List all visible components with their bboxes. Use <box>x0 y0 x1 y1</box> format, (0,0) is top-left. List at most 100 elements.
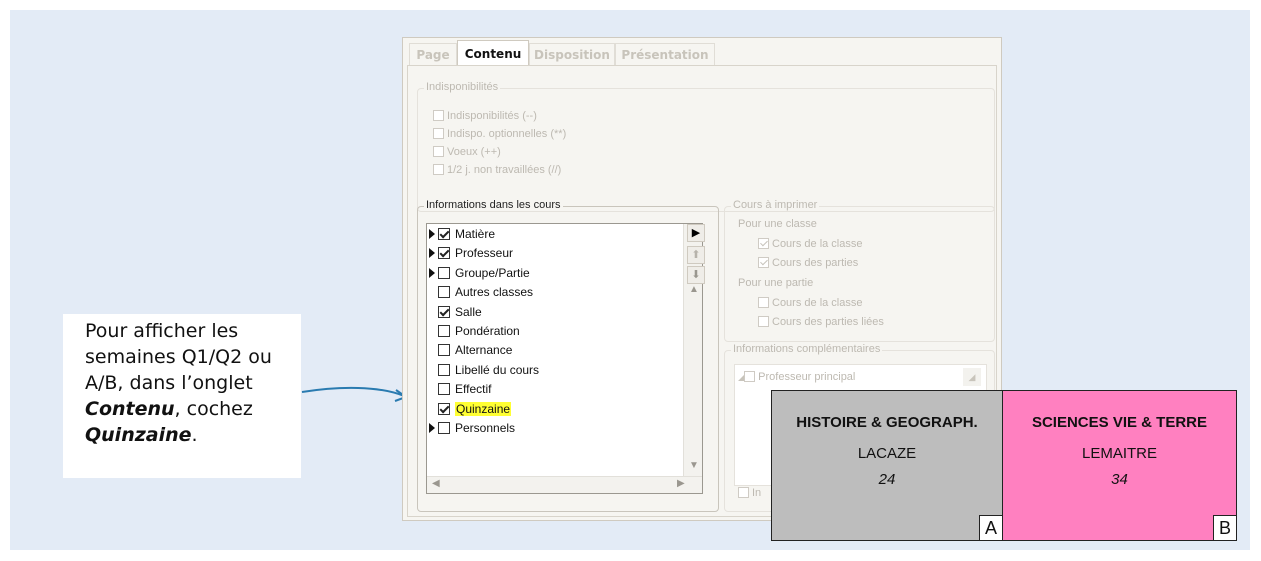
option-professeur-principal[interactable]: ◢ Professeur principal <box>738 370 855 384</box>
list-item-label: Groupe/Partie <box>455 265 530 280</box>
checkbox-icon[interactable] <box>438 422 450 434</box>
checkbox-icon[interactable] <box>438 402 450 415</box>
course-subject: SCIENCES VIE & TERRE <box>1031 414 1208 431</box>
list-item-label: Professeur <box>455 246 514 261</box>
callout-line-2: semaines Q1/Q2 ou <box>85 346 272 368</box>
callout-line-1: Pour afficher les <box>85 320 239 342</box>
checkbox-icon[interactable] <box>744 371 756 382</box>
checkbox-icon[interactable] <box>438 247 450 260</box>
expand-arrow-icon <box>429 384 435 394</box>
option-label: Cours de la classe <box>772 297 863 309</box>
list-item-label: Quinzaine <box>455 401 512 416</box>
option-complement-partial[interactable]: In <box>738 486 761 500</box>
expand-arrow-icon[interactable] <box>429 229 435 239</box>
checkbox-icon[interactable] <box>433 164 444 175</box>
list-item[interactable]: Salle <box>429 303 482 322</box>
checkbox-icon[interactable] <box>438 228 450 240</box>
option-label: Voeux (++) <box>447 146 501 158</box>
option-label: Indisponibilités (--) <box>447 110 537 122</box>
pour-une-partie-label: Pour une partie <box>738 277 814 289</box>
expand-arrow-icon <box>429 404 435 414</box>
list-item[interactable]: Groupe/Partie <box>429 264 530 283</box>
checkbox-icon[interactable] <box>758 316 769 327</box>
move-right-button[interactable]: ▶ <box>687 224 705 242</box>
scroll-right-arrow-icon[interactable]: ▶ <box>677 478 685 489</box>
callout-line-4: Contenu, cochez <box>85 396 301 422</box>
option-indispo-optionnelles[interactable]: Indispo. optionnelles (**) <box>433 127 566 141</box>
instruction-callout: Pour afficher les semaines Q1/Q2 ou A/B,… <box>63 314 301 478</box>
checkbox-icon[interactable] <box>758 297 769 308</box>
scroll-up-arrow-icon[interactable]: ▲ <box>689 284 699 295</box>
expand-arrow-icon <box>429 307 435 317</box>
option-partie-cours-classe[interactable]: Cours de la classe <box>758 296 863 310</box>
callout-option-name: Quinzaine <box>85 424 192 446</box>
option-indisponibilites[interactable]: Indisponibilités (--) <box>433 109 537 123</box>
option-cours-classe[interactable]: Cours de la classe <box>758 237 863 251</box>
scroll-left-arrow-icon[interactable]: ◀ <box>432 478 440 489</box>
checkbox-icon[interactable] <box>433 146 444 157</box>
callout-tab-name: Contenu <box>85 398 175 420</box>
horizontal-scrollbar[interactable]: ◀ ▶ <box>427 476 702 493</box>
checkbox-icon[interactable] <box>433 128 444 139</box>
arrow-right-icon: ▶ <box>691 227 701 239</box>
list-item[interactable]: Personnels <box>429 419 515 438</box>
list-item[interactable]: Autres classes <box>429 283 533 302</box>
indisponibilites-legend: Indisponibilités <box>424 81 501 93</box>
course-teacher: LACAZE <box>857 445 917 462</box>
checkbox-icon[interactable] <box>438 325 450 337</box>
option-cours-parties[interactable]: Cours des parties <box>758 256 858 270</box>
course-card-b: SCIENCES VIE & TERRE LEMAITRE 34 B <box>1002 390 1237 541</box>
list-item-label: Pondération <box>455 324 520 338</box>
scroll-up-icon[interactable]: ◢ <box>963 368 981 386</box>
checkbox-icon[interactable] <box>438 383 450 396</box>
list-item[interactable]: Matière <box>429 225 495 244</box>
expand-arrow-icon <box>429 326 435 336</box>
expand-arrow-icon[interactable] <box>429 267 435 278</box>
list-item[interactable]: Pondération <box>429 322 520 341</box>
option-label: Cours de la classe <box>772 238 863 250</box>
expand-arrow-icon[interactable] <box>429 248 435 259</box>
tab-disposition[interactable]: Disposition <box>529 43 615 65</box>
list-item-label: Libellé du cours <box>455 362 540 377</box>
tab-page[interactable]: Page <box>409 43 457 65</box>
list-item[interactable]: Alternance <box>429 341 512 360</box>
tab-contenu[interactable]: Contenu <box>457 40 529 66</box>
scroll-down-arrow-icon[interactable]: ▼ <box>689 460 699 471</box>
callout-line-4-tail: , cochez <box>174 398 253 420</box>
list-item-label: Personnels <box>455 421 516 435</box>
checkbox-icon[interactable] <box>433 110 444 121</box>
checkbox-icon[interactable] <box>738 487 749 498</box>
option-parties-liees[interactable]: Cours des parties liées <box>758 315 884 329</box>
expand-arrow-icon[interactable] <box>429 423 435 433</box>
option-label: In <box>752 487 762 499</box>
course-room: 34 <box>1111 471 1128 488</box>
checkbox-icon[interactable] <box>438 305 450 318</box>
list-item[interactable]: Effectif <box>429 380 491 399</box>
cours-a-imprimer-legend: Cours à imprimer <box>731 199 820 211</box>
informations-cours-legend: Informations dans les cours <box>424 199 563 211</box>
course-teacher: LEMAITRE <box>1081 445 1157 462</box>
checkbox-icon[interactable] <box>438 363 450 376</box>
arrow-down-icon: ⬇ <box>691 269 701 281</box>
checkbox-icon[interactable] <box>438 286 450 299</box>
checkbox-icon[interactable] <box>758 238 769 249</box>
list-item[interactable]: Quinzaine <box>429 400 512 419</box>
option-label: Professeur principal <box>758 371 856 383</box>
option-voeux[interactable]: Voeux (++) <box>433 145 501 159</box>
list-item-label: Matière <box>455 227 496 241</box>
tab-presentation[interactable]: Présentation <box>615 43 715 65</box>
checkbox-icon[interactable] <box>438 344 450 357</box>
list-items-container: Matière Professeur Groupe/Partie Autres cla… <box>426 223 684 473</box>
move-down-button[interactable]: ⬇ <box>687 266 705 284</box>
list-item-label: Autres classes <box>455 285 534 300</box>
checkbox-icon[interactable] <box>438 266 450 279</box>
week-tag: B <box>1213 515 1236 540</box>
list-item-label: Alternance <box>455 343 513 358</box>
checkbox-icon[interactable] <box>758 257 769 268</box>
option-label: Indispo. optionnelles (**) <box>447 128 567 140</box>
pour-une-classe-label: Pour une classe <box>738 218 817 230</box>
option-demi-journees[interactable]: 1/2 j. non travaillées (//) <box>433 163 561 177</box>
list-item[interactable]: Professeur <box>429 244 513 263</box>
list-item[interactable]: Libellé du cours <box>429 361 539 380</box>
move-up-button[interactable]: ⬆ <box>687 246 705 264</box>
